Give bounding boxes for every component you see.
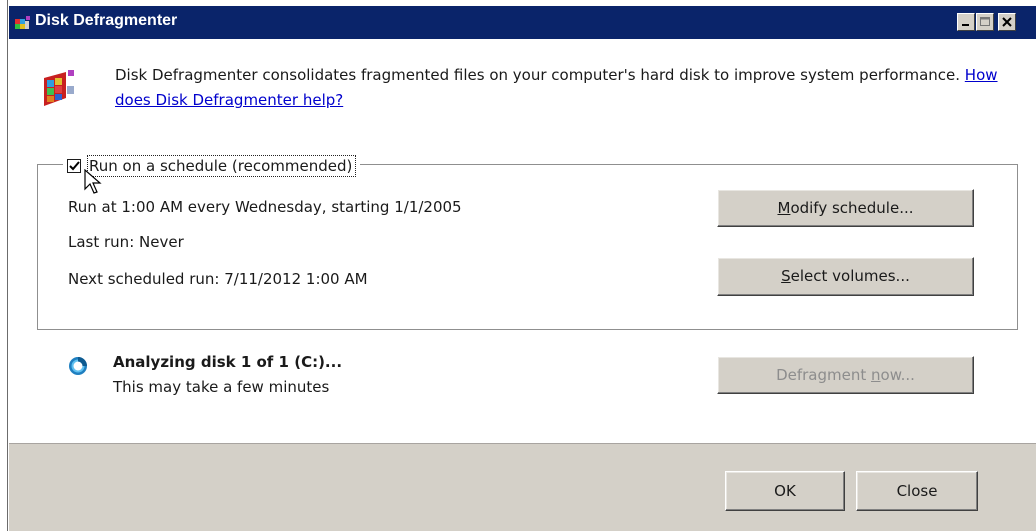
background-window-edge [0, 0, 8, 531]
title-bar[interactable]: Disk Defragmenter [9, 6, 1036, 39]
maximize-button[interactable] [976, 13, 994, 31]
minimize-icon [962, 24, 969, 26]
maximize-icon [980, 17, 990, 26]
schedule-run-at: Run at 1:00 AM every Wednesday, starting… [68, 198, 462, 216]
intro-description: Disk Defragmenter consolidates fragmente… [115, 66, 961, 84]
close-button[interactable]: Close [856, 471, 978, 511]
select-label: elect volumes... [790, 267, 910, 285]
last-run-text: Last run: Never [68, 233, 184, 251]
defragment-now-button[interactable]: Defragment now... [717, 356, 974, 394]
defrag-label-after: ow... [880, 366, 915, 384]
modify-label: odify schedule... [790, 199, 914, 217]
defrag-label-before: Defragment [776, 366, 872, 384]
ok-button[interactable]: OK [725, 471, 845, 511]
defrag-accel: n [871, 366, 881, 384]
dialog-footer: OK Close [9, 443, 1036, 531]
defragmenter-app-icon [15, 16, 30, 29]
schedule-checkbox-label[interactable]: Run on a schedule (recommended) [87, 155, 357, 177]
close-window-button[interactable] [998, 13, 1016, 31]
progress-spinner-icon [69, 357, 87, 375]
status-subtitle: This may take a few minutes [113, 378, 330, 396]
status-title: Analyzing disk 1 of 1 (C:)... [113, 353, 343, 371]
disk-defragmenter-window: Disk Defragmenter Disk Defragmenter cons… [9, 6, 1036, 531]
schedule-checkbox-row[interactable]: Run on a schedule (recommended) [63, 152, 361, 180]
intro-text: Disk Defragmenter consolidates fragmente… [115, 63, 1015, 113]
close-icon [1002, 17, 1012, 27]
modify-schedule-button[interactable]: Modify schedule... [717, 189, 974, 227]
next-run-text: Next scheduled run: 7/11/2012 1:00 AM [68, 270, 368, 288]
defragmenter-header-icon [44, 70, 74, 106]
schedule-checkbox[interactable] [67, 159, 81, 173]
window-title: Disk Defragmenter [35, 12, 178, 29]
modify-accel: M [777, 199, 791, 217]
mouse-cursor-icon [84, 169, 102, 194]
checkmark-icon [69, 161, 80, 171]
minimize-button[interactable] [957, 13, 975, 31]
select-volumes-button[interactable]: Select volumes... [717, 257, 974, 296]
select-accel: S [781, 267, 791, 285]
